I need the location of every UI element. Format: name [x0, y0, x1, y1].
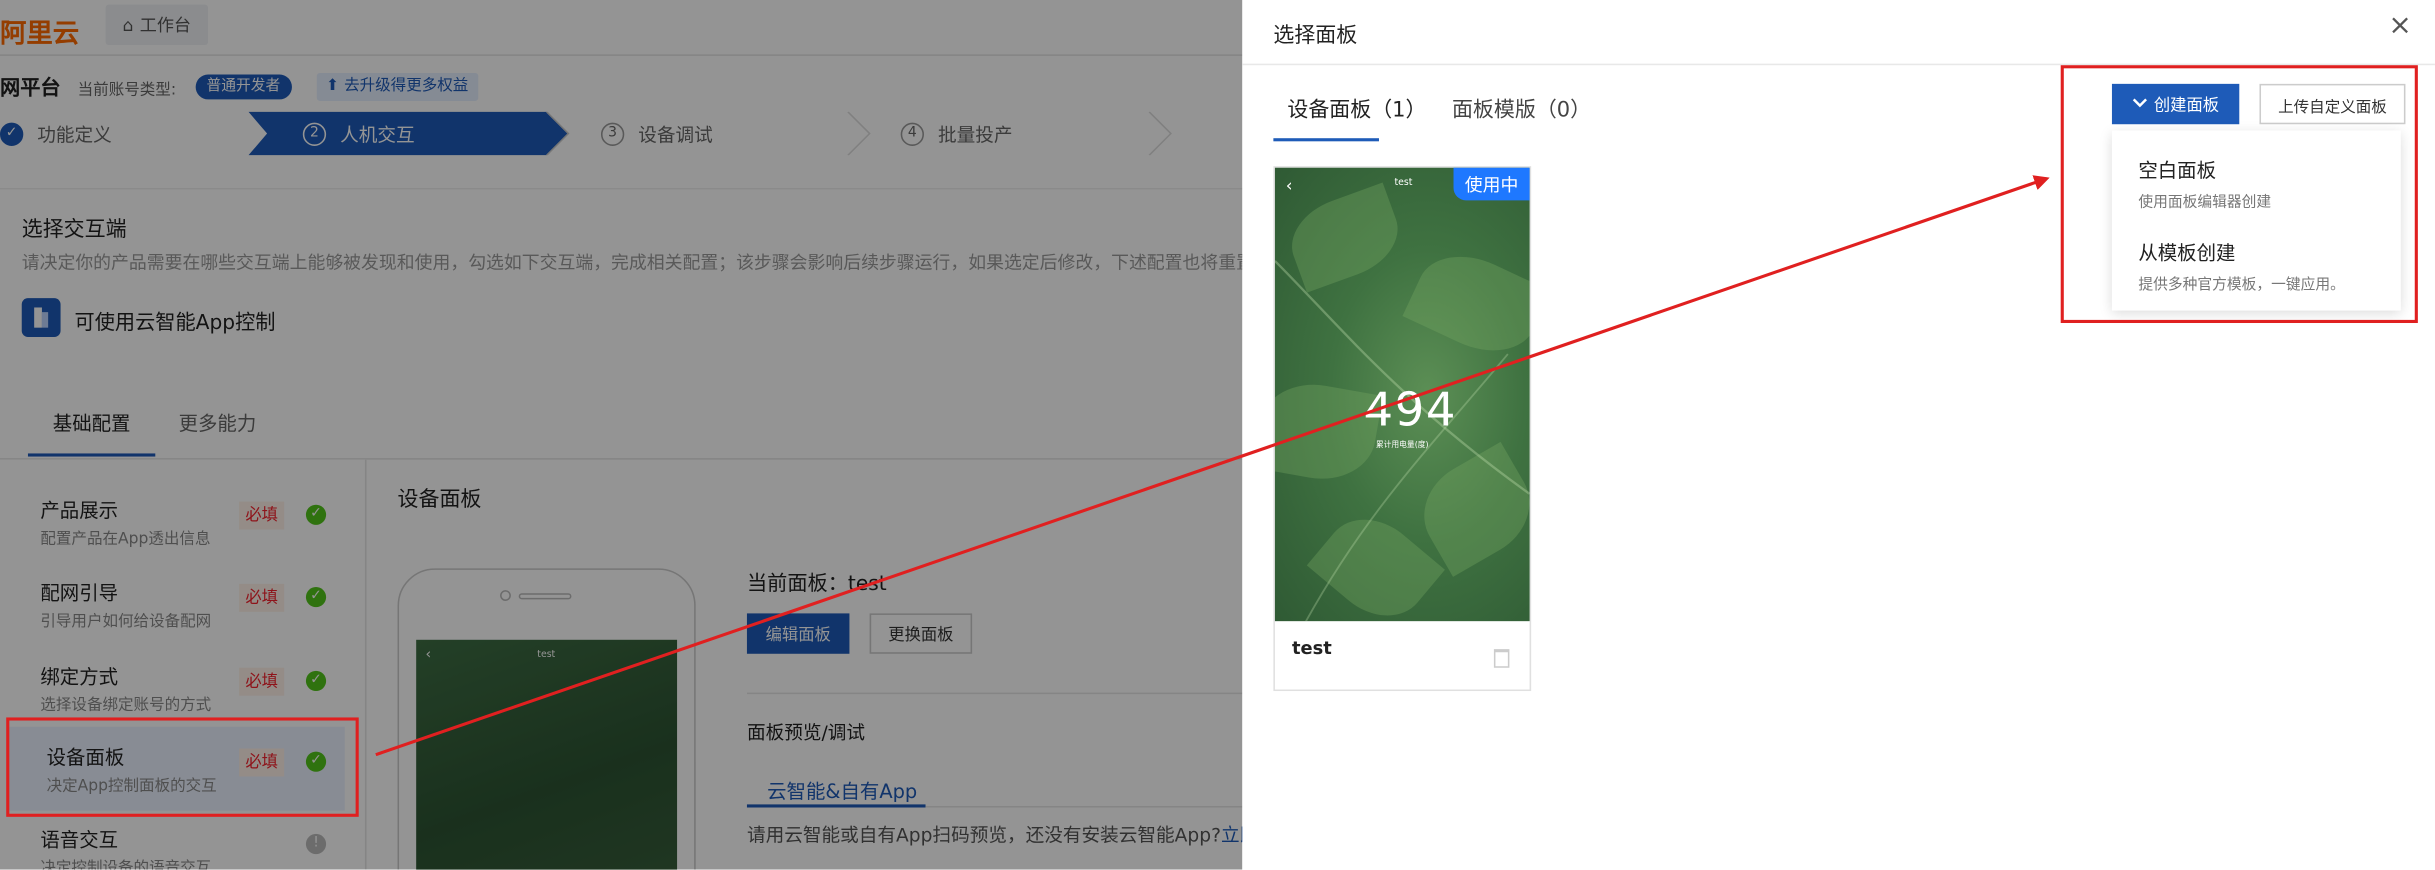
annotation-arrow	[375, 175, 2050, 757]
screenshot-stage: 阿里云 ⌂ 工作台 网平台 当前账号类型: 普通开发者 ⬆ 去升级得更多权益 ✓…	[0, 0, 2435, 870]
